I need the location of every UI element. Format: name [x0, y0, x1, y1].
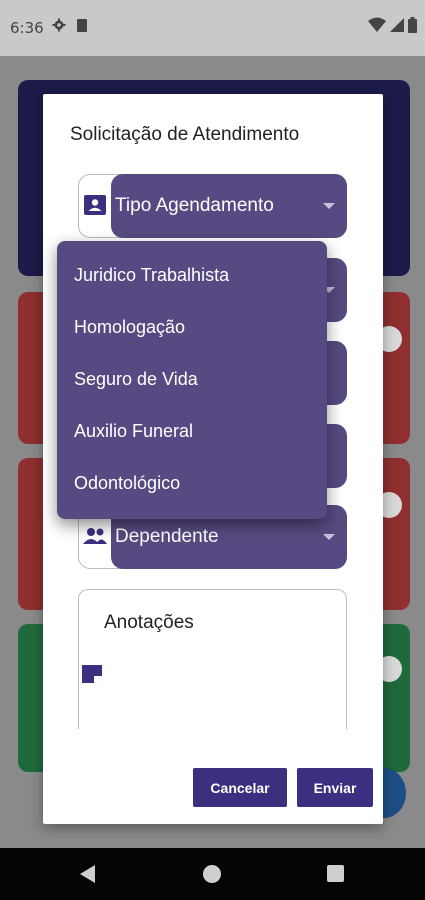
status-time: 6:36 [10, 19, 44, 37]
navigation-bar [0, 848, 425, 900]
tipo-agendamento-select[interactable]: Tipo Agendamento [78, 174, 347, 238]
wifi-icon [368, 17, 386, 32]
signal-icon [390, 18, 404, 32]
dropdown-item-auxilio-funeral[interactable]: Auxilio Funeral [74, 421, 193, 442]
people-icon [83, 528, 107, 544]
tipo-agendamento-label: Tipo Agendamento [115, 195, 274, 216]
status-bar: 6:36 [0, 0, 425, 56]
chevron-down-icon [323, 203, 335, 209]
gear-icon [52, 18, 66, 32]
recents-icon[interactable] [327, 865, 344, 882]
chevron-down-icon [323, 534, 335, 540]
dropdown-item-juridico-trabalhista[interactable]: Juridico Trabalhista [74, 265, 229, 286]
notes-label: Anotações [104, 612, 194, 633]
cancel-button[interactable]: Cancelar [193, 768, 287, 807]
dropdown-item-seguro-de-vida[interactable]: Seguro de Vida [74, 369, 198, 390]
status-right-icons [368, 17, 417, 33]
contact-card-icon [84, 195, 106, 215]
dropdown-item-homologacao[interactable]: Homologação [74, 317, 185, 338]
notes-textarea[interactable]: Anotações [78, 589, 347, 729]
tipo-agendamento-dropdown: Juridico Trabalhista Homologação Seguro … [57, 241, 327, 519]
send-button[interactable]: Enviar [297, 768, 373, 807]
dialog-title: Solicitação de Atendimento [70, 124, 300, 145]
battery-icon [408, 17, 417, 33]
dependente-label: Dependente [115, 526, 219, 547]
dropdown-item-odontologico[interactable]: Odontológico [74, 473, 180, 494]
back-icon[interactable] [80, 865, 95, 883]
home-icon[interactable] [203, 865, 221, 883]
note-icon [82, 665, 102, 683]
sd-card-icon [77, 19, 87, 32]
field-pill: Tipo Agendamento [111, 174, 347, 238]
